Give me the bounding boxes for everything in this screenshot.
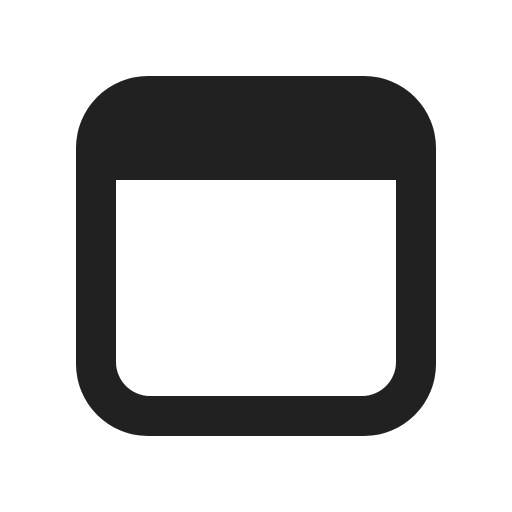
icon-canvas (0, 0, 512, 512)
calendar-outline-shape (76, 76, 436, 436)
calendar-blank-icon (76, 76, 436, 436)
